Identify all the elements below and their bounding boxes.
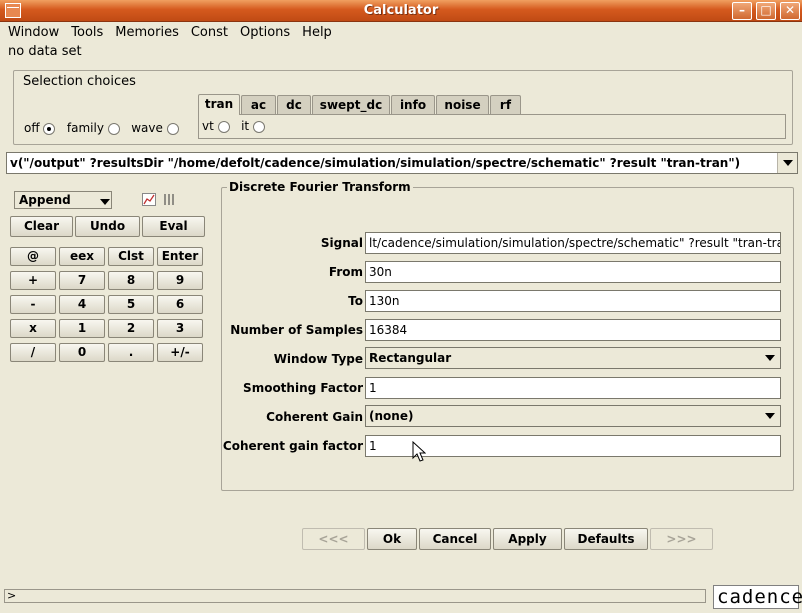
radio-off-icon[interactable]: [43, 122, 56, 135]
coherent-gain-select[interactable]: (none): [365, 405, 781, 427]
key-4[interactable]: 4: [59, 295, 105, 314]
key-3[interactable]: 3: [157, 319, 203, 338]
tab-dc[interactable]: dc: [277, 95, 311, 115]
cancel-button[interactable]: Cancel: [419, 528, 491, 550]
coherent-gain-factor-label: Coherent gain factor: [222, 439, 363, 453]
samples-label: Number of Samples: [230, 323, 363, 337]
coherent-gain-factor-field[interactable]: 1: [365, 435, 781, 457]
to-label: To: [348, 294, 363, 308]
close-icon[interactable]: ✕: [780, 2, 800, 20]
key-7[interactable]: 7: [59, 271, 105, 290]
key-1[interactable]: 1: [59, 319, 105, 338]
cadence-logo: cadence: [713, 585, 802, 609]
mouse-cursor-icon: [412, 441, 426, 462]
graph-icon[interactable]: [142, 193, 156, 206]
selection-choices-title: Selection choices: [23, 74, 136, 89]
window-type-select[interactable]: Rectangular: [365, 347, 781, 369]
tab-noise[interactable]: noise: [436, 95, 489, 115]
defaults-button[interactable]: Defaults: [564, 528, 648, 550]
maximize-icon[interactable]: □: [756, 2, 776, 20]
signal-field[interactable]: lt/cadence/simulation/simulation/spectre…: [365, 232, 781, 254]
tab-info[interactable]: info: [391, 95, 435, 115]
menu-tools[interactable]: Tools: [65, 22, 109, 43]
expression-combo[interactable]: v("/output" ?resultsDir "/home/defolt/ca…: [6, 152, 798, 174]
key-8[interactable]: 8: [108, 271, 154, 290]
radio-it[interactable]: it: [241, 119, 265, 133]
key-multiply[interactable]: x: [10, 319, 56, 338]
smoothing-label: Smoothing Factor: [243, 381, 363, 395]
status-text: no data set: [8, 44, 82, 59]
chevron-down-icon[interactable]: [760, 348, 780, 368]
window-type-value: Rectangular: [369, 351, 452, 365]
key-eex[interactable]: eex: [59, 247, 105, 266]
radio-vt-icon[interactable]: [217, 120, 230, 133]
samples-field[interactable]: 16384: [365, 319, 781, 341]
coherent-gain-value: (none): [369, 409, 414, 423]
key-plus[interactable]: +: [10, 271, 56, 290]
clear-button[interactable]: Clear: [10, 216, 73, 237]
coherent-gain-label: Coherent Gain: [266, 410, 363, 424]
key-6[interactable]: 6: [157, 295, 203, 314]
key-0[interactable]: 0: [59, 343, 105, 362]
window-title: Calculator: [363, 3, 439, 18]
mode-radio-group: off family wave: [24, 121, 179, 135]
undo-button[interactable]: Undo: [75, 216, 140, 237]
menu-bar: Window Tools Memories Const Options Help: [0, 22, 802, 43]
next-button[interactable]: >>>: [650, 528, 713, 550]
key-2[interactable]: 2: [108, 319, 154, 338]
radio-it-icon[interactable]: [252, 120, 265, 133]
tab-panel: [198, 114, 786, 139]
ok-button[interactable]: Ok: [367, 528, 417, 550]
previous-button[interactable]: <<<: [302, 528, 365, 550]
menu-const[interactable]: Const: [185, 22, 234, 43]
signal-label: Signal: [320, 236, 363, 250]
from-field[interactable]: 30n: [365, 261, 781, 283]
window-type-label: Window Type: [273, 352, 363, 366]
key-minus[interactable]: -: [10, 295, 56, 314]
radio-wave-icon[interactable]: [166, 122, 179, 135]
radio-family-icon[interactable]: [107, 122, 120, 135]
key-divide[interactable]: /: [10, 343, 56, 362]
tab-radio-group: vt it: [202, 119, 265, 133]
to-field[interactable]: 130n: [365, 290, 781, 312]
menu-options[interactable]: Options: [234, 22, 296, 43]
radio-family[interactable]: family: [67, 121, 120, 135]
tab-rf[interactable]: rf: [490, 95, 521, 115]
tab-swept-dc[interactable]: swept_dc: [312, 95, 390, 115]
radio-wave[interactable]: wave: [131, 121, 179, 135]
key-dot[interactable]: .: [108, 343, 154, 362]
chevron-down-icon[interactable]: [777, 153, 797, 173]
chevron-down-icon[interactable]: [95, 192, 111, 208]
table-icon[interactable]: [163, 193, 176, 206]
from-label: From: [328, 265, 363, 279]
eval-button[interactable]: Eval: [142, 216, 205, 237]
smoothing-field[interactable]: 1: [365, 377, 781, 399]
radio-off[interactable]: off: [24, 121, 56, 135]
apply-button[interactable]: Apply: [493, 528, 562, 550]
menu-memories[interactable]: Memories: [109, 22, 185, 43]
tab-tran[interactable]: tran: [198, 94, 240, 115]
key-negate[interactable]: +/-: [157, 343, 203, 362]
menu-window[interactable]: Window: [0, 22, 65, 43]
tab-ac[interactable]: ac: [241, 95, 276, 115]
chevron-down-icon[interactable]: [760, 406, 780, 426]
command-line[interactable]: >: [4, 589, 706, 603]
key-5[interactable]: 5: [108, 295, 154, 314]
dft-title: Discrete Fourier Transform: [227, 180, 413, 194]
radio-vt[interactable]: vt: [202, 119, 230, 133]
key-enter[interactable]: Enter: [157, 247, 203, 266]
key-at[interactable]: @: [10, 247, 56, 266]
menu-help[interactable]: Help: [296, 22, 338, 43]
append-mode-select[interactable]: Append: [14, 191, 112, 209]
key-9[interactable]: 9: [157, 271, 203, 290]
minimize-icon[interactable]: –: [732, 2, 752, 20]
key-clst[interactable]: Clst: [108, 247, 154, 266]
expression-text: v("/output" ?resultsDir "/home/defolt/ca…: [10, 156, 741, 170]
